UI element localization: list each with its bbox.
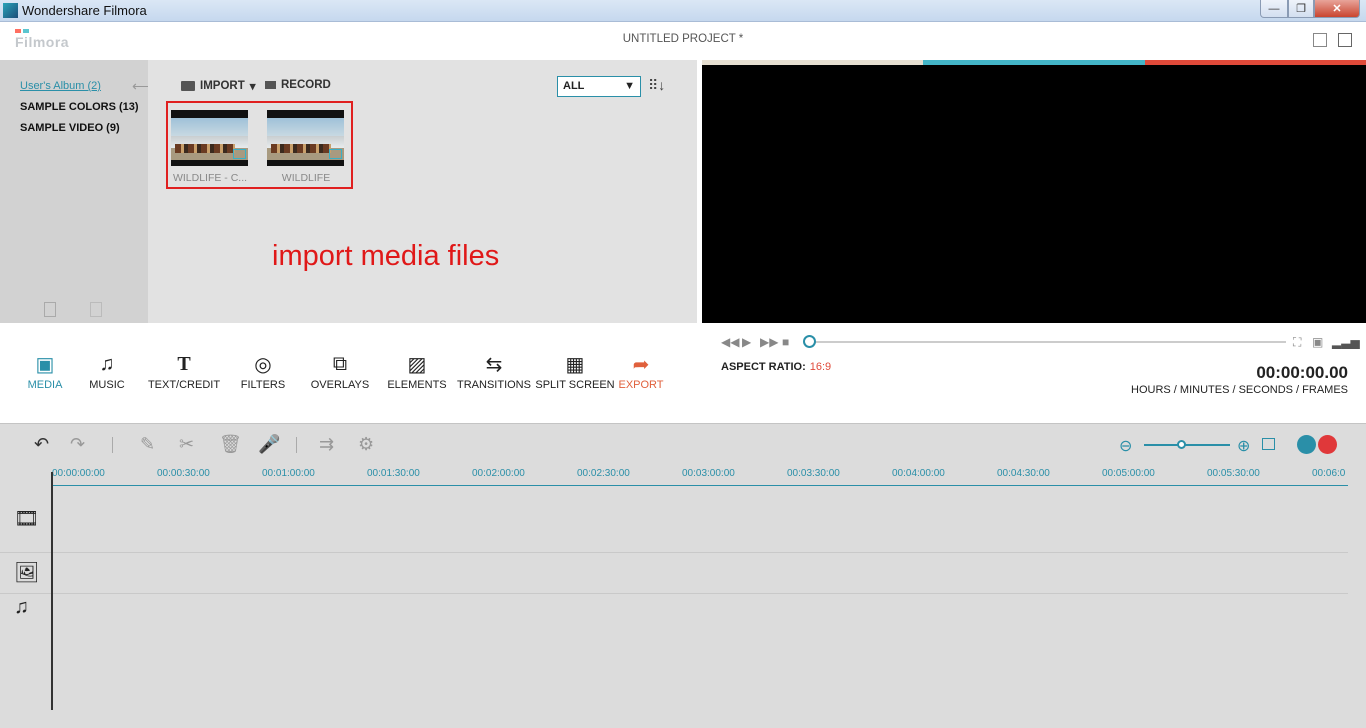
video-track-film-icon: 🎞 bbox=[14, 508, 40, 530]
minimize-button[interactable]: — bbox=[1260, 0, 1288, 18]
sort-icon[interactable]: ⠿↓ bbox=[648, 77, 665, 94]
album-sidebar bbox=[0, 60, 148, 323]
record-label: RECORD bbox=[281, 79, 331, 91]
play-icon[interactable]: ▶ bbox=[742, 335, 751, 349]
stop-icon[interactable]: ■ bbox=[782, 335, 789, 349]
filter-value: ALL bbox=[563, 80, 585, 92]
export-arrow-icon: ➦ bbox=[632, 353, 650, 376]
album-users[interactable]: User's Album (2) bbox=[20, 80, 101, 92]
fit-timeline-icon[interactable] bbox=[1262, 438, 1275, 450]
timecode: 00:00:00.00 bbox=[1256, 363, 1348, 382]
edit-pencil-icon[interactable]: ✎ bbox=[140, 434, 155, 455]
record-voiceover-icon[interactable] bbox=[1318, 435, 1337, 454]
tool-transitions[interactable]: ⇆ TRANSITIONS bbox=[449, 352, 539, 392]
track-divider bbox=[0, 593, 1348, 594]
media-filter-select[interactable]: ALL ▼ bbox=[557, 76, 641, 97]
playhead[interactable] bbox=[51, 472, 53, 710]
camera-icon bbox=[265, 81, 276, 89]
import-label: IMPORT bbox=[200, 80, 245, 92]
undo-icon[interactable]: ↶ bbox=[34, 434, 49, 455]
window-titlebar bbox=[0, 0, 1366, 22]
playback-slider[interactable] bbox=[812, 341, 1286, 343]
aspect-ratio: ASPECT RATIO: 16:9 bbox=[721, 361, 831, 373]
ruler-tick-label: 00:01:00:00 bbox=[262, 468, 315, 479]
album-sample-video[interactable]: SAMPLE VIDEO (9) bbox=[20, 122, 120, 134]
folder-icon bbox=[181, 81, 195, 91]
snap-icon[interactable] bbox=[1297, 435, 1316, 454]
close-button[interactable]: ✕ bbox=[1314, 0, 1360, 18]
ruler-tick-label: 00:05:00:00 bbox=[1102, 468, 1155, 479]
import-button[interactable]: IMPORT ▾ bbox=[181, 79, 256, 93]
aspect-ratio-label: ASPECT RATIO: bbox=[721, 361, 806, 373]
window-title: Wondershare Filmora bbox=[22, 3, 147, 18]
text-icon: T bbox=[177, 352, 191, 375]
zoom-slider[interactable] bbox=[1144, 444, 1230, 446]
ruler-tick-label: 00:00:30:00 bbox=[157, 468, 210, 479]
ruler-tick-label: 00:06:0 bbox=[1312, 468, 1346, 479]
delete-trash-icon[interactable]: 🗑 bbox=[219, 434, 242, 455]
maximize-button[interactable]: ❐ bbox=[1288, 0, 1314, 18]
save-icon[interactable] bbox=[1313, 33, 1327, 47]
chevron-down-icon: ▼ bbox=[624, 80, 635, 92]
media-thumbnail[interactable] bbox=[267, 110, 344, 166]
zoom-slider-knob[interactable] bbox=[1177, 440, 1186, 449]
voiceover-mic-icon[interactable]: 🎤 bbox=[258, 434, 280, 455]
ruler-baseline bbox=[52, 485, 1348, 486]
zoom-out-icon[interactable]: ⊖ bbox=[1119, 436, 1132, 456]
menu-icon[interactable] bbox=[1338, 33, 1352, 47]
dropdown-arrow-icon: ▾ bbox=[249, 81, 256, 93]
toolbar-divider bbox=[296, 437, 297, 453]
fast-forward-icon[interactable]: ▶▶ bbox=[760, 335, 778, 349]
advanced-settings-icon[interactable]: ⚙ bbox=[358, 434, 374, 455]
image-track-icon: 🖼 bbox=[14, 562, 40, 584]
toolbar-divider bbox=[112, 437, 113, 453]
ruler-tick-label: 00:01:30:00 bbox=[367, 468, 420, 479]
tool-export[interactable]: ➦ EXPORT bbox=[596, 352, 686, 392]
record-button[interactable]: RECORD bbox=[265, 79, 331, 91]
project-title: UNTITLED PROJECT * bbox=[622, 33, 744, 45]
app-icon bbox=[3, 3, 18, 18]
add-album-icon[interactable] bbox=[44, 302, 56, 317]
ruler-tick-label: 00:03:00:00 bbox=[682, 468, 735, 479]
annotation-text: import media files bbox=[272, 240, 500, 272]
track-divider bbox=[0, 552, 1348, 553]
tool-text-credit[interactable]: T TEXT/CREDIT bbox=[139, 352, 229, 392]
split-scissors-icon[interactable]: ✂ bbox=[179, 434, 194, 455]
ruler-tick-label: 00:02:30:00 bbox=[577, 468, 630, 479]
album-sample-colors[interactable]: SAMPLE COLORS (13) bbox=[20, 101, 139, 113]
music-track-icon: ♫ bbox=[14, 596, 29, 618]
ruler-tick-label: 00:03:30:00 bbox=[787, 468, 840, 479]
ruler-tick-label: 00:00:00:00 bbox=[52, 468, 105, 479]
transitions-icon: ⇆ bbox=[485, 353, 503, 376]
snapshot-icon[interactable]: ▣ bbox=[1312, 335, 1323, 349]
delete-album-icon[interactable] bbox=[90, 302, 102, 317]
video-badge-icon bbox=[329, 149, 342, 159]
zoom-in-icon[interactable]: ⊕ bbox=[1237, 436, 1250, 456]
volume-icon[interactable]: ▂▃▅ bbox=[1332, 335, 1360, 349]
video-badge-icon bbox=[233, 149, 246, 159]
panel-divider bbox=[697, 323, 702, 423]
ruler-tick-label: 00:04:30:00 bbox=[997, 468, 1050, 479]
aspect-ratio-value[interactable]: 16:9 bbox=[810, 361, 831, 373]
fullscreen-icon[interactable]: ⛶ bbox=[1293, 335, 1301, 350]
media-label: WILDLIFE - C... bbox=[172, 172, 248, 184]
rewind-icon[interactable]: ◀◀ bbox=[721, 335, 739, 349]
redo-icon[interactable]: ↷ bbox=[70, 434, 85, 455]
media-label: WILDLIFE bbox=[281, 172, 331, 184]
detach-audio-icon[interactable]: ⇉ bbox=[319, 434, 334, 455]
ruler-tick-label: 00:02:00:00 bbox=[472, 468, 525, 479]
video-preview bbox=[702, 65, 1366, 323]
media-library bbox=[148, 60, 697, 323]
media-thumbnail[interactable] bbox=[171, 110, 248, 166]
ruler-tick-label: 00:04:00:00 bbox=[892, 468, 945, 479]
playback-slider-knob[interactable] bbox=[803, 335, 816, 348]
timecode-units: HOURS / MINUTES / SECONDS / FRAMES bbox=[1131, 384, 1348, 396]
ruler-tick-label: 00:05:30:00 bbox=[1207, 468, 1260, 479]
